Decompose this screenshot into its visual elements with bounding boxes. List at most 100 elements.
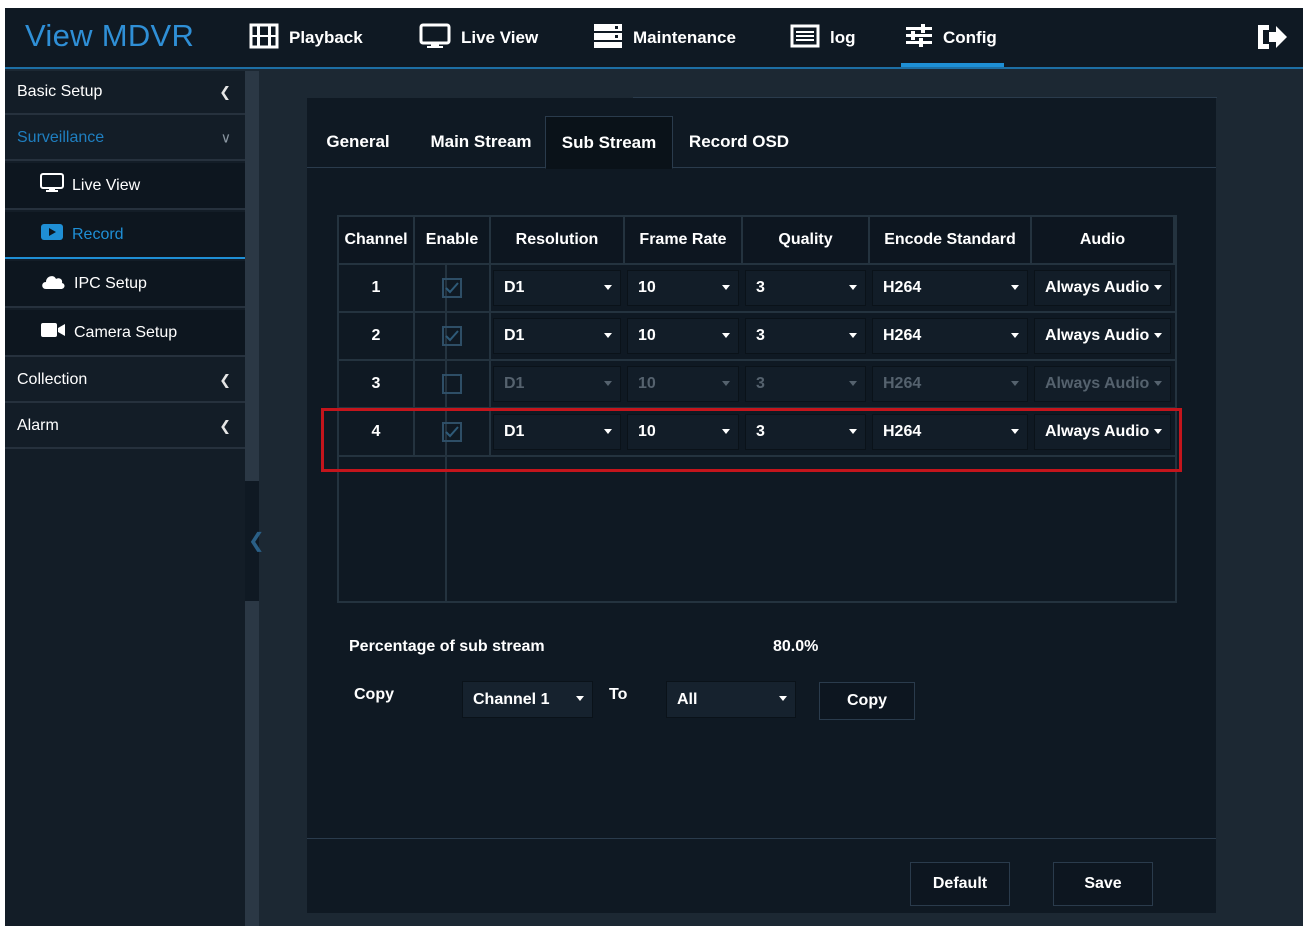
sidebar-item-label: Camera Setup bbox=[74, 323, 178, 341]
channel-number: 2 bbox=[339, 313, 415, 359]
monitor-icon bbox=[419, 23, 451, 54]
channel-number: 3 bbox=[339, 361, 415, 407]
audio-select-value: Always Audio bbox=[1045, 279, 1150, 296]
column-header-enable: Enable bbox=[415, 217, 491, 265]
logout-icon[interactable] bbox=[1255, 22, 1289, 52]
nav-log[interactable]: log bbox=[790, 18, 856, 58]
copy-from-select[interactable]: Channel 1 bbox=[462, 681, 593, 718]
resolution-select[interactable]: D1 bbox=[493, 318, 621, 354]
sidebar-item-collection[interactable]: Collection ❮ bbox=[5, 359, 245, 403]
copy-button[interactable]: Copy bbox=[819, 682, 915, 720]
quality-select-value: 3 bbox=[756, 279, 765, 296]
frame-rate-select-value: 10 bbox=[638, 327, 656, 344]
sidebar-item-camera-setup[interactable]: Camera Setup bbox=[5, 310, 245, 357]
server-icon bbox=[593, 23, 623, 54]
monitor-icon bbox=[40, 173, 64, 198]
caret-down-icon bbox=[779, 696, 787, 701]
sidebar-item-ipc-setup[interactable]: IPC Setup bbox=[5, 261, 245, 308]
footer-divider bbox=[307, 838, 1216, 839]
nav-config[interactable]: Config bbox=[905, 18, 997, 58]
sidebar-item-label: IPC Setup bbox=[74, 274, 147, 292]
config-panel: General Main Stream Sub Stream Record OS… bbox=[307, 98, 1216, 913]
caret-down-icon bbox=[1154, 285, 1162, 290]
audio-select[interactable]: Always Audio bbox=[1034, 366, 1171, 402]
nav-log-label: log bbox=[830, 28, 856, 47]
resolution-select[interactable]: D1 bbox=[493, 366, 621, 402]
check-icon bbox=[445, 330, 459, 342]
sidebar-item-alarm[interactable]: Alarm ❮ bbox=[5, 405, 245, 449]
encode-standard-select[interactable]: H264 bbox=[872, 318, 1028, 354]
cloud-icon bbox=[40, 272, 66, 295]
table-row: 1 D1 10 3 H264 Always Audio bbox=[339, 265, 1175, 313]
frame-rate-select-value: 10 bbox=[638, 375, 656, 392]
sidebar-item-label: Basic Setup bbox=[17, 83, 103, 100]
sidebar-item-live-view[interactable]: Live View bbox=[5, 163, 245, 210]
tab-record-osd[interactable]: Record OSD bbox=[679, 116, 799, 168]
resolution-select[interactable]: D1 bbox=[493, 270, 621, 306]
caret-down-icon bbox=[849, 333, 857, 338]
encode-standard-select-value: H264 bbox=[883, 327, 922, 344]
quality-select[interactable]: 3 bbox=[745, 366, 866, 402]
caret-down-icon bbox=[1011, 285, 1019, 290]
sidebar-item-label: Alarm bbox=[17, 417, 59, 434]
encode-standard-select-value: H264 bbox=[883, 375, 922, 392]
resolution-select-value: D1 bbox=[504, 375, 525, 392]
sidebar: Basic Setup ❮ Surveillance ∨ Live View R… bbox=[5, 71, 245, 926]
top-navigation-bar: View MDVR Playback Live View Maintenance… bbox=[5, 8, 1303, 69]
tab-sub-stream[interactable]: Sub Stream bbox=[545, 116, 673, 169]
nav-live-view[interactable]: Live View bbox=[419, 18, 538, 58]
default-button[interactable]: Default bbox=[910, 862, 1010, 906]
video-play-icon bbox=[40, 223, 64, 246]
brand-logo: View MDVR bbox=[25, 18, 195, 53]
list-icon bbox=[790, 24, 820, 53]
encode-standard-select[interactable]: H264 bbox=[872, 270, 1028, 306]
percentage-value: 80.0% bbox=[773, 638, 819, 655]
chevron-left-icon[interactable]: ❮ bbox=[248, 528, 265, 553]
film-icon bbox=[249, 23, 279, 54]
quality-select[interactable]: 3 bbox=[745, 270, 866, 306]
chevron-down-icon: ∨ bbox=[220, 129, 231, 146]
nav-live-view-label: Live View bbox=[461, 28, 539, 47]
quality-select[interactable]: 3 bbox=[745, 318, 866, 354]
active-nav-indicator bbox=[901, 63, 1004, 67]
table-row: 2 D1 10 3 H264 Always Audio bbox=[339, 313, 1175, 361]
encode-standard-select[interactable]: H264 bbox=[872, 366, 1028, 402]
check-icon bbox=[445, 282, 459, 294]
save-button[interactable]: Save bbox=[1053, 862, 1153, 906]
sliders-icon bbox=[905, 23, 933, 53]
channel-4-highlight-box bbox=[321, 408, 1182, 472]
audio-select-value: Always Audio bbox=[1045, 327, 1150, 344]
nav-playback[interactable]: Playback bbox=[249, 18, 363, 58]
enable-checkbox[interactable] bbox=[442, 326, 462, 346]
tab-main-stream[interactable]: Main Stream bbox=[417, 116, 545, 168]
tab-general[interactable]: General bbox=[315, 116, 401, 168]
sidebar-item-record[interactable]: Record bbox=[5, 212, 245, 259]
caret-down-icon bbox=[1154, 381, 1162, 386]
resolution-select-value: D1 bbox=[504, 279, 525, 296]
sidebar-item-basic-setup[interactable]: Basic Setup ❮ bbox=[5, 71, 245, 115]
caret-down-icon bbox=[604, 333, 612, 338]
enable-cell bbox=[415, 265, 491, 311]
audio-select[interactable]: Always Audio bbox=[1034, 318, 1171, 354]
frame-rate-select[interactable]: 10 bbox=[627, 366, 739, 402]
nav-maintenance[interactable]: Maintenance bbox=[593, 18, 736, 58]
enable-checkbox[interactable] bbox=[442, 278, 462, 298]
caret-down-icon bbox=[849, 285, 857, 290]
audio-select-value: Always Audio bbox=[1045, 375, 1150, 392]
chevron-left-icon: ❮ bbox=[219, 371, 231, 388]
copy-to-value: All bbox=[677, 690, 698, 708]
sidebar-item-label: Collection bbox=[17, 371, 88, 388]
frame-rate-select[interactable]: 10 bbox=[627, 270, 739, 306]
sidebar-item-surveillance[interactable]: Surveillance ∨ bbox=[5, 117, 245, 161]
copy-to-select[interactable]: All bbox=[666, 681, 796, 718]
app-window: View MDVR Playback Live View Maintenance… bbox=[5, 8, 1303, 926]
caret-down-icon bbox=[1011, 333, 1019, 338]
tab-bar: General Main Stream Sub Stream Record OS… bbox=[307, 98, 1216, 169]
column-header-frame-rate: Frame Rate bbox=[625, 217, 743, 265]
frame-rate-select[interactable]: 10 bbox=[627, 318, 739, 354]
enable-checkbox[interactable] bbox=[442, 374, 462, 394]
frame-rate-select-value: 10 bbox=[638, 279, 656, 296]
channel-number: 1 bbox=[339, 265, 415, 311]
caret-down-icon bbox=[604, 285, 612, 290]
audio-select[interactable]: Always Audio bbox=[1034, 270, 1171, 306]
